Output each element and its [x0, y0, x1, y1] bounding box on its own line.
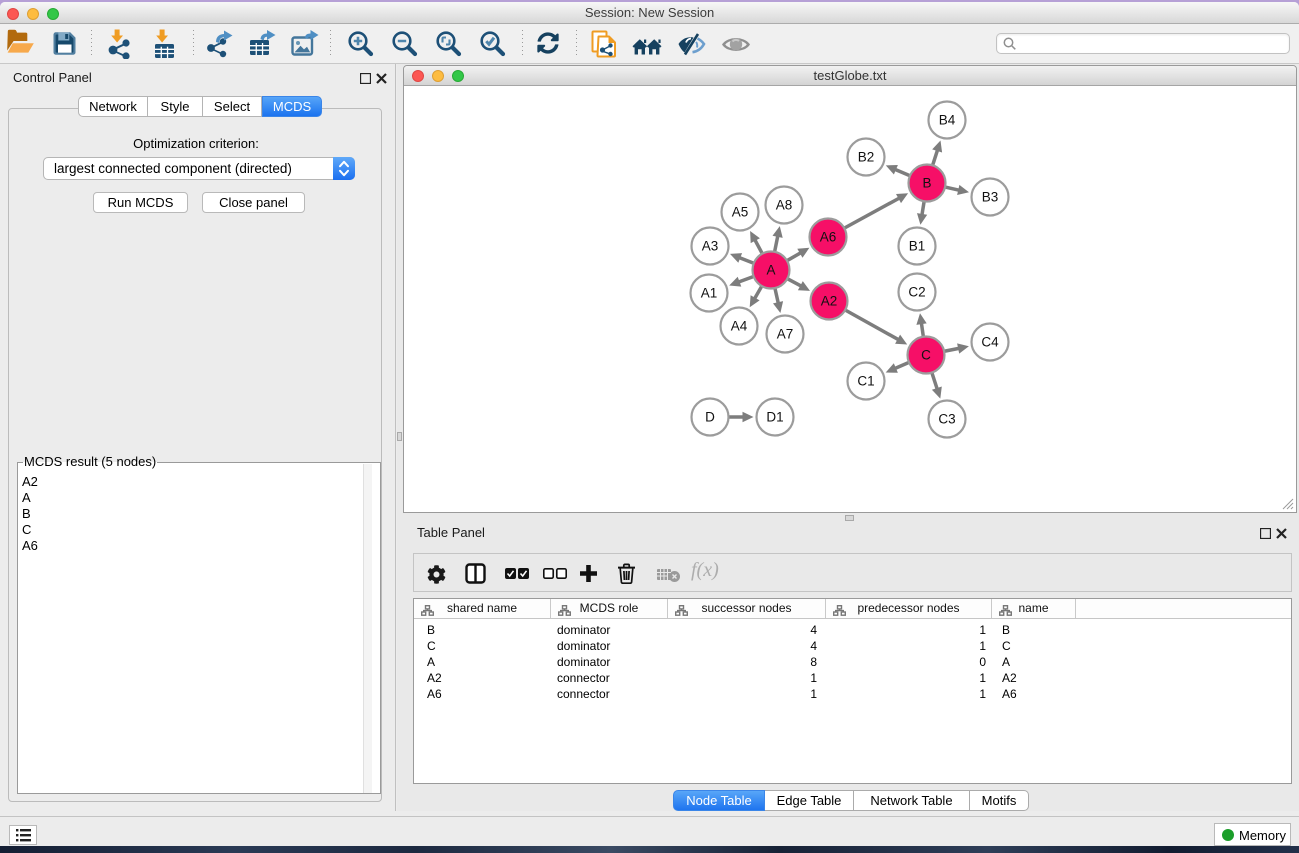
svg-text:A3: A3 — [702, 239, 719, 254]
svg-text:B3: B3 — [982, 190, 999, 205]
svg-text:B: B — [922, 176, 931, 191]
svg-text:A6: A6 — [820, 230, 837, 245]
svg-text:A2: A2 — [821, 294, 838, 309]
svg-text:C4: C4 — [981, 335, 999, 350]
svg-text:B1: B1 — [909, 239, 926, 254]
svg-text:B4: B4 — [939, 113, 956, 128]
svg-text:D: D — [705, 410, 715, 425]
svg-text:C: C — [921, 348, 931, 363]
svg-text:A5: A5 — [732, 205, 749, 220]
svg-text:C3: C3 — [938, 412, 955, 427]
svg-text:A7: A7 — [777, 327, 794, 342]
svg-text:D1: D1 — [766, 410, 783, 425]
svg-text:C2: C2 — [908, 285, 925, 300]
svg-text:C1: C1 — [857, 374, 874, 389]
svg-text:A: A — [766, 263, 775, 278]
svg-text:A4: A4 — [731, 319, 748, 334]
svg-text:A8: A8 — [776, 198, 793, 213]
svg-text:A1: A1 — [701, 286, 718, 301]
svg-text:B2: B2 — [858, 150, 875, 165]
